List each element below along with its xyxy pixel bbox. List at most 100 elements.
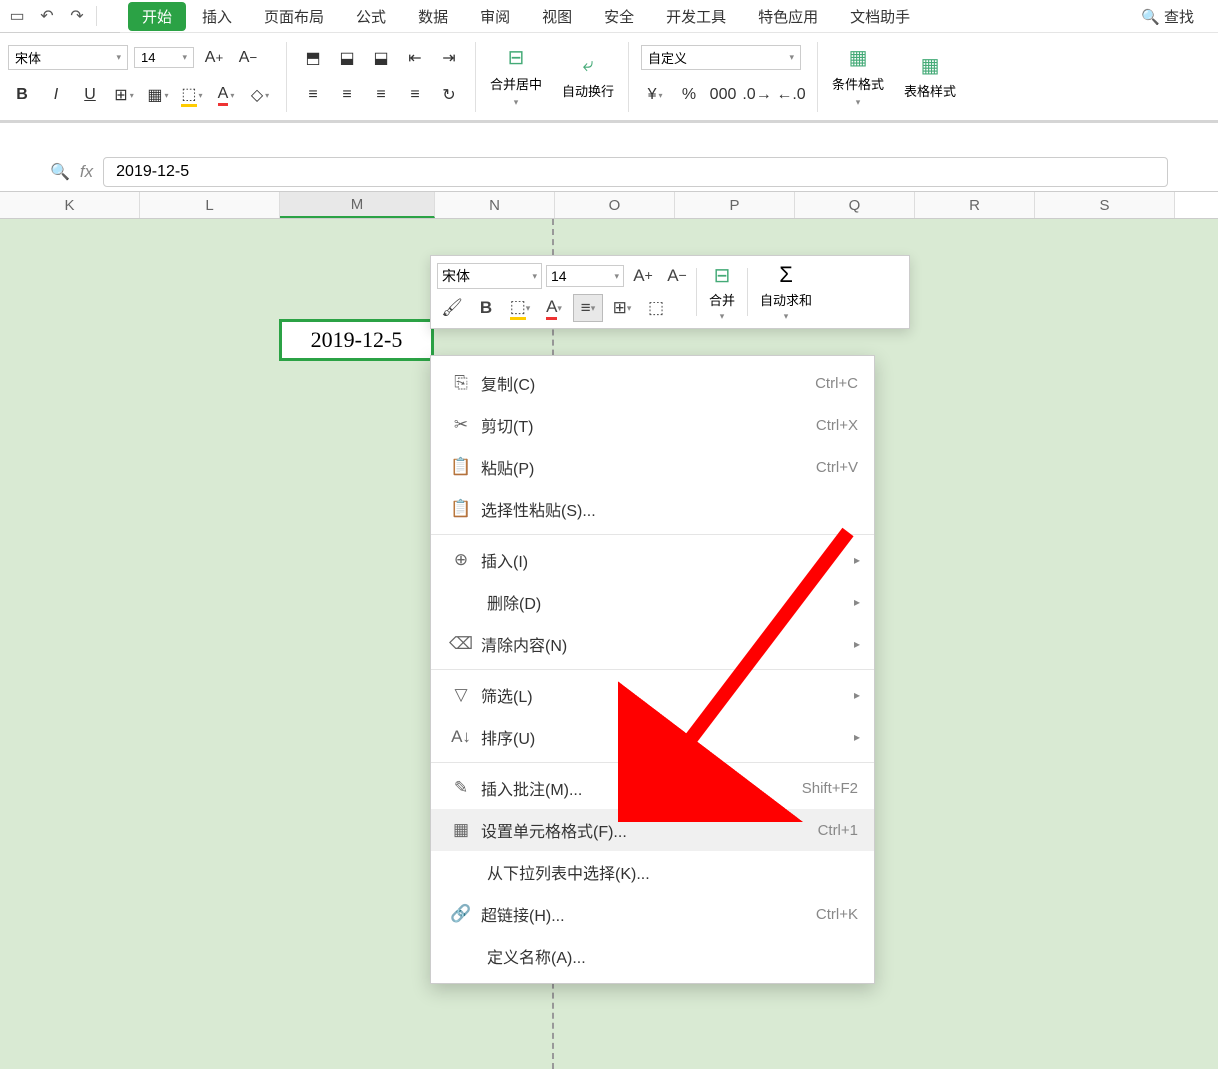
tab-page-layout[interactable]: 页面布局 <box>248 1 340 32</box>
col-header-N[interactable]: N <box>435 192 555 218</box>
mini-font-select[interactable]: 宋体▾ <box>437 263 542 289</box>
cond-format-icon: ▦ <box>844 46 872 70</box>
undo-icon[interactable]: ↶ <box>34 3 60 29</box>
selected-cell[interactable]: 2019-12-5 <box>279 319 434 361</box>
redo-icon[interactable]: ↷ <box>64 3 90 29</box>
indent-increase-icon[interactable]: ⇥ <box>435 45 463 71</box>
tab-dev-tools[interactable]: 开发工具 <box>650 1 742 32</box>
col-header-S[interactable]: S <box>1035 192 1175 218</box>
increase-font-icon[interactable]: A+ <box>200 45 228 71</box>
tab-special[interactable]: 特色应用 <box>742 1 834 32</box>
align-left-icon[interactable]: ≡ <box>299 82 327 108</box>
menu-pick-from-dropdown[interactable]: 从下拉列表中选择(K)... <box>431 851 874 893</box>
align-right-icon[interactable]: ≡ <box>367 82 395 108</box>
indent-decrease-icon[interactable]: ⇤ <box>401 45 429 71</box>
tab-review[interactable]: 审阅 <box>464 1 526 32</box>
menu-paste-special[interactable]: 📋 选择性粘贴(S)... <box>431 488 874 530</box>
menu-clear[interactable]: ⌫ 清除内容(N) ▸ <box>431 623 874 665</box>
fx-icon[interactable]: fx <box>80 162 93 182</box>
currency-icon[interactable]: ¥ <box>641 82 669 108</box>
eraser-icon[interactable]: ◇ <box>246 82 274 108</box>
tab-formula[interactable]: 公式 <box>340 1 402 32</box>
italic-button[interactable]: I <box>42 82 70 108</box>
mini-bold-button[interactable]: B <box>471 294 501 322</box>
menu-hyperlink[interactable]: 🔗 超链接(H)... Ctrl+K <box>431 893 874 935</box>
divider <box>817 42 818 112</box>
mini-fill-color-icon[interactable]: ⬚▾ <box>505 294 535 322</box>
menu-clear-label: 清除内容(N) <box>481 632 858 656</box>
menu-filter[interactable]: ▽ 筛选(L) ▸ <box>431 674 874 716</box>
menu-dropdown-label: 从下拉列表中选择(K)... <box>487 860 858 884</box>
search-button[interactable]: 🔍 查找 <box>1125 1 1210 32</box>
align-bottom-icon[interactable]: ⬓ <box>367 45 395 71</box>
col-header-R[interactable]: R <box>915 192 1035 218</box>
mini-align-center-icon[interactable]: ≡▾ <box>573 294 603 322</box>
col-header-O[interactable]: O <box>555 192 675 218</box>
border-icon[interactable]: ⊞ <box>110 82 138 108</box>
comma-icon[interactable]: 000 <box>709 82 737 108</box>
conditional-format-button[interactable]: ▦ 条件格式▾ <box>822 42 894 112</box>
font-color-icon[interactable]: A <box>212 82 240 108</box>
merge-cells-button[interactable]: ⊟ 合并居中▾ <box>480 42 552 112</box>
menu-delete-label: 删除(D) <box>487 590 858 614</box>
divider <box>696 268 697 316</box>
col-header-M[interactable]: M <box>280 192 435 218</box>
font-name-select[interactable]: 宋体▾ <box>8 45 128 70</box>
align-center-icon[interactable]: ≡ <box>333 82 361 108</box>
col-header-K[interactable]: K <box>0 192 140 218</box>
tab-start[interactable]: 开始 <box>128 2 186 31</box>
number-format-select[interactable]: 自定义▾ <box>641 45 801 70</box>
tab-security[interactable]: 安全 <box>588 1 650 32</box>
tab-doc-helper[interactable]: 文档助手 <box>834 1 926 32</box>
mini-size-select[interactable]: 14▾ <box>546 265 624 287</box>
align-top-icon[interactable]: ⬒ <box>299 45 327 71</box>
col-header-P[interactable]: P <box>675 192 795 218</box>
menu-sort[interactable]: A↓ 排序(U) ▸ <box>431 716 874 758</box>
mini-autosum-button[interactable]: Σ 自动求和▾ <box>752 262 820 322</box>
mini-merge-icon: ⊟ <box>714 263 731 288</box>
mini-cell-style-icon[interactable]: ⬚ <box>641 294 671 322</box>
mini-border-icon[interactable]: ⊞▾ <box>607 294 637 322</box>
increase-decimal-icon[interactable]: .0→ <box>743 82 771 108</box>
tab-view[interactable]: 视图 <box>526 1 588 32</box>
table-style-button[interactable]: ▦ 表格样式 <box>894 49 966 104</box>
tab-insert[interactable]: 插入 <box>186 1 248 32</box>
mini-font-color-icon[interactable]: A▾ <box>539 294 569 322</box>
percent-icon[interactable]: % <box>675 82 703 108</box>
menu-insert-comment[interactable]: ✎ 插入批注(M)... Shift+F2 <box>431 767 874 809</box>
fill-color-icon[interactable]: ⬚ <box>178 82 206 108</box>
bold-button[interactable]: B <box>8 82 36 108</box>
decrease-decimal-icon[interactable]: ←.0 <box>777 82 805 108</box>
menu-cut[interactable]: ✂ 剪切(T) Ctrl+X <box>431 404 874 446</box>
tab-data[interactable]: 数据 <box>402 1 464 32</box>
menu-separator <box>431 762 874 763</box>
mini-merge-button[interactable]: ⊟ 合并▾ <box>701 263 743 322</box>
cell-style-icon[interactable]: ▦ <box>144 82 172 108</box>
menu-copy[interactable]: ⎘ 复制(C) Ctrl+C <box>431 362 874 404</box>
menu-format-cells[interactable]: ▦ 设置单元格格式(F)... Ctrl+1 <box>431 809 874 851</box>
save-icon[interactable]: ▭ <box>4 3 30 29</box>
menu-define-name[interactable]: 定义名称(A)... <box>431 935 874 977</box>
formula-input[interactable] <box>103 157 1168 187</box>
underline-button[interactable]: U <box>76 82 104 108</box>
lookup-icon[interactable]: 🔍 <box>50 162 70 182</box>
hyperlink-icon: 🔗 <box>447 904 475 924</box>
font-group: 宋体▾ 14▾ A+ A− B I U ⊞ ▦ ⬚ A ◇ <box>0 39 282 114</box>
menu-delete[interactable]: 删除(D) ▸ <box>431 581 874 623</box>
justify-icon[interactable]: ≡ <box>401 82 429 108</box>
decrease-font-icon[interactable]: A− <box>234 45 262 71</box>
align-middle-icon[interactable]: ⬓ <box>333 45 361 71</box>
orientation-icon[interactable]: ↻ <box>435 82 463 108</box>
mini-decrease-font-icon[interactable]: A− <box>662 262 692 290</box>
col-header-Q[interactable]: Q <box>795 192 915 218</box>
menu-insert[interactable]: ⊕ 插入(I) ▸ <box>431 539 874 581</box>
menu-separator <box>431 669 874 670</box>
font-size-select[interactable]: 14▾ <box>134 47 194 68</box>
chevron-right-icon: ▸ <box>854 688 860 702</box>
col-header-L[interactable]: L <box>140 192 280 218</box>
menu-paste[interactable]: 📋 粘贴(P) Ctrl+V <box>431 446 874 488</box>
mini-increase-font-icon[interactable]: A+ <box>628 262 658 290</box>
mini-merge-label: 合并 <box>709 290 735 309</box>
wrap-text-button[interactable]: ⤶ 自动换行 <box>552 49 624 104</box>
mini-format-painter-icon[interactable]: 🖌 <box>437 294 467 322</box>
